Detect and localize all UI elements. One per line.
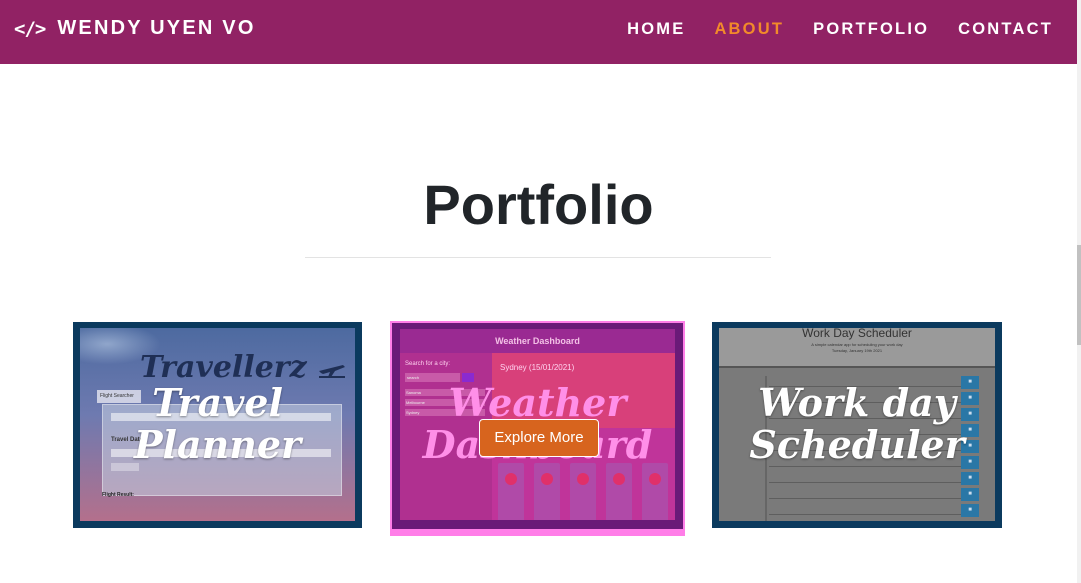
brand[interactable]: </> WENDY UYEN VO (14, 17, 256, 40)
section-title: Portfolio (423, 173, 654, 236)
flight-result-label: Flight Result: (102, 492, 134, 498)
airplane-icon (319, 365, 346, 378)
page-scrollbar[interactable] (1077, 0, 1081, 583)
scheduler-header: Work Day Scheduler A simple calendar app… (719, 328, 995, 368)
forecast-card (570, 463, 596, 520)
nav-portfolio[interactable]: PORTFOLIO (813, 20, 929, 39)
save-icon: ■ (961, 472, 979, 485)
navbar: </> WENDY UYEN VO HOME ABOUT PORTFOLIO C… (0, 0, 1077, 64)
project-screenshot: Travellerz Flight Searcher Travel Dates … (80, 328, 355, 521)
project-card-weather-dashboard[interactable]: Weather Dashboard Search for a city: sea… (390, 321, 685, 536)
forecast-card (642, 463, 668, 520)
project-card-work-day-scheduler[interactable]: Work Day Scheduler A simple calendar app… (712, 322, 1002, 528)
save-icon: ■ (961, 488, 979, 501)
scrollbar-thumb[interactable] (1077, 245, 1081, 345)
section-divider (305, 257, 771, 258)
card-frame: Weather Dashboard Search for a city: sea… (392, 323, 683, 529)
nav-about[interactable]: ABOUT (714, 20, 784, 39)
forecast-card (606, 463, 632, 520)
forecast-card (534, 463, 560, 520)
forecast-card (498, 463, 524, 520)
project-title: Travel Planner (133, 379, 302, 468)
nav-home[interactable]: HOME (627, 20, 685, 39)
brand-name: WENDY UYEN VO (57, 17, 256, 39)
save-icon: ■ (961, 504, 979, 517)
nav-menu: HOME ABOUT PORTFOLIO CONTACT (598, 20, 1053, 39)
project-card-travel-planner[interactable]: Travellerz Flight Searcher Travel Dates … (73, 322, 362, 528)
project-title: Work day Scheduler (749, 379, 965, 468)
weather-header: Weather Dashboard (400, 329, 675, 353)
code-icon: </> (14, 17, 46, 40)
project-screenshot: Work Day Scheduler A simple calendar app… (719, 328, 995, 521)
nav-contact[interactable]: CONTACT (958, 20, 1053, 39)
explore-more-button[interactable]: Explore More (479, 419, 599, 457)
